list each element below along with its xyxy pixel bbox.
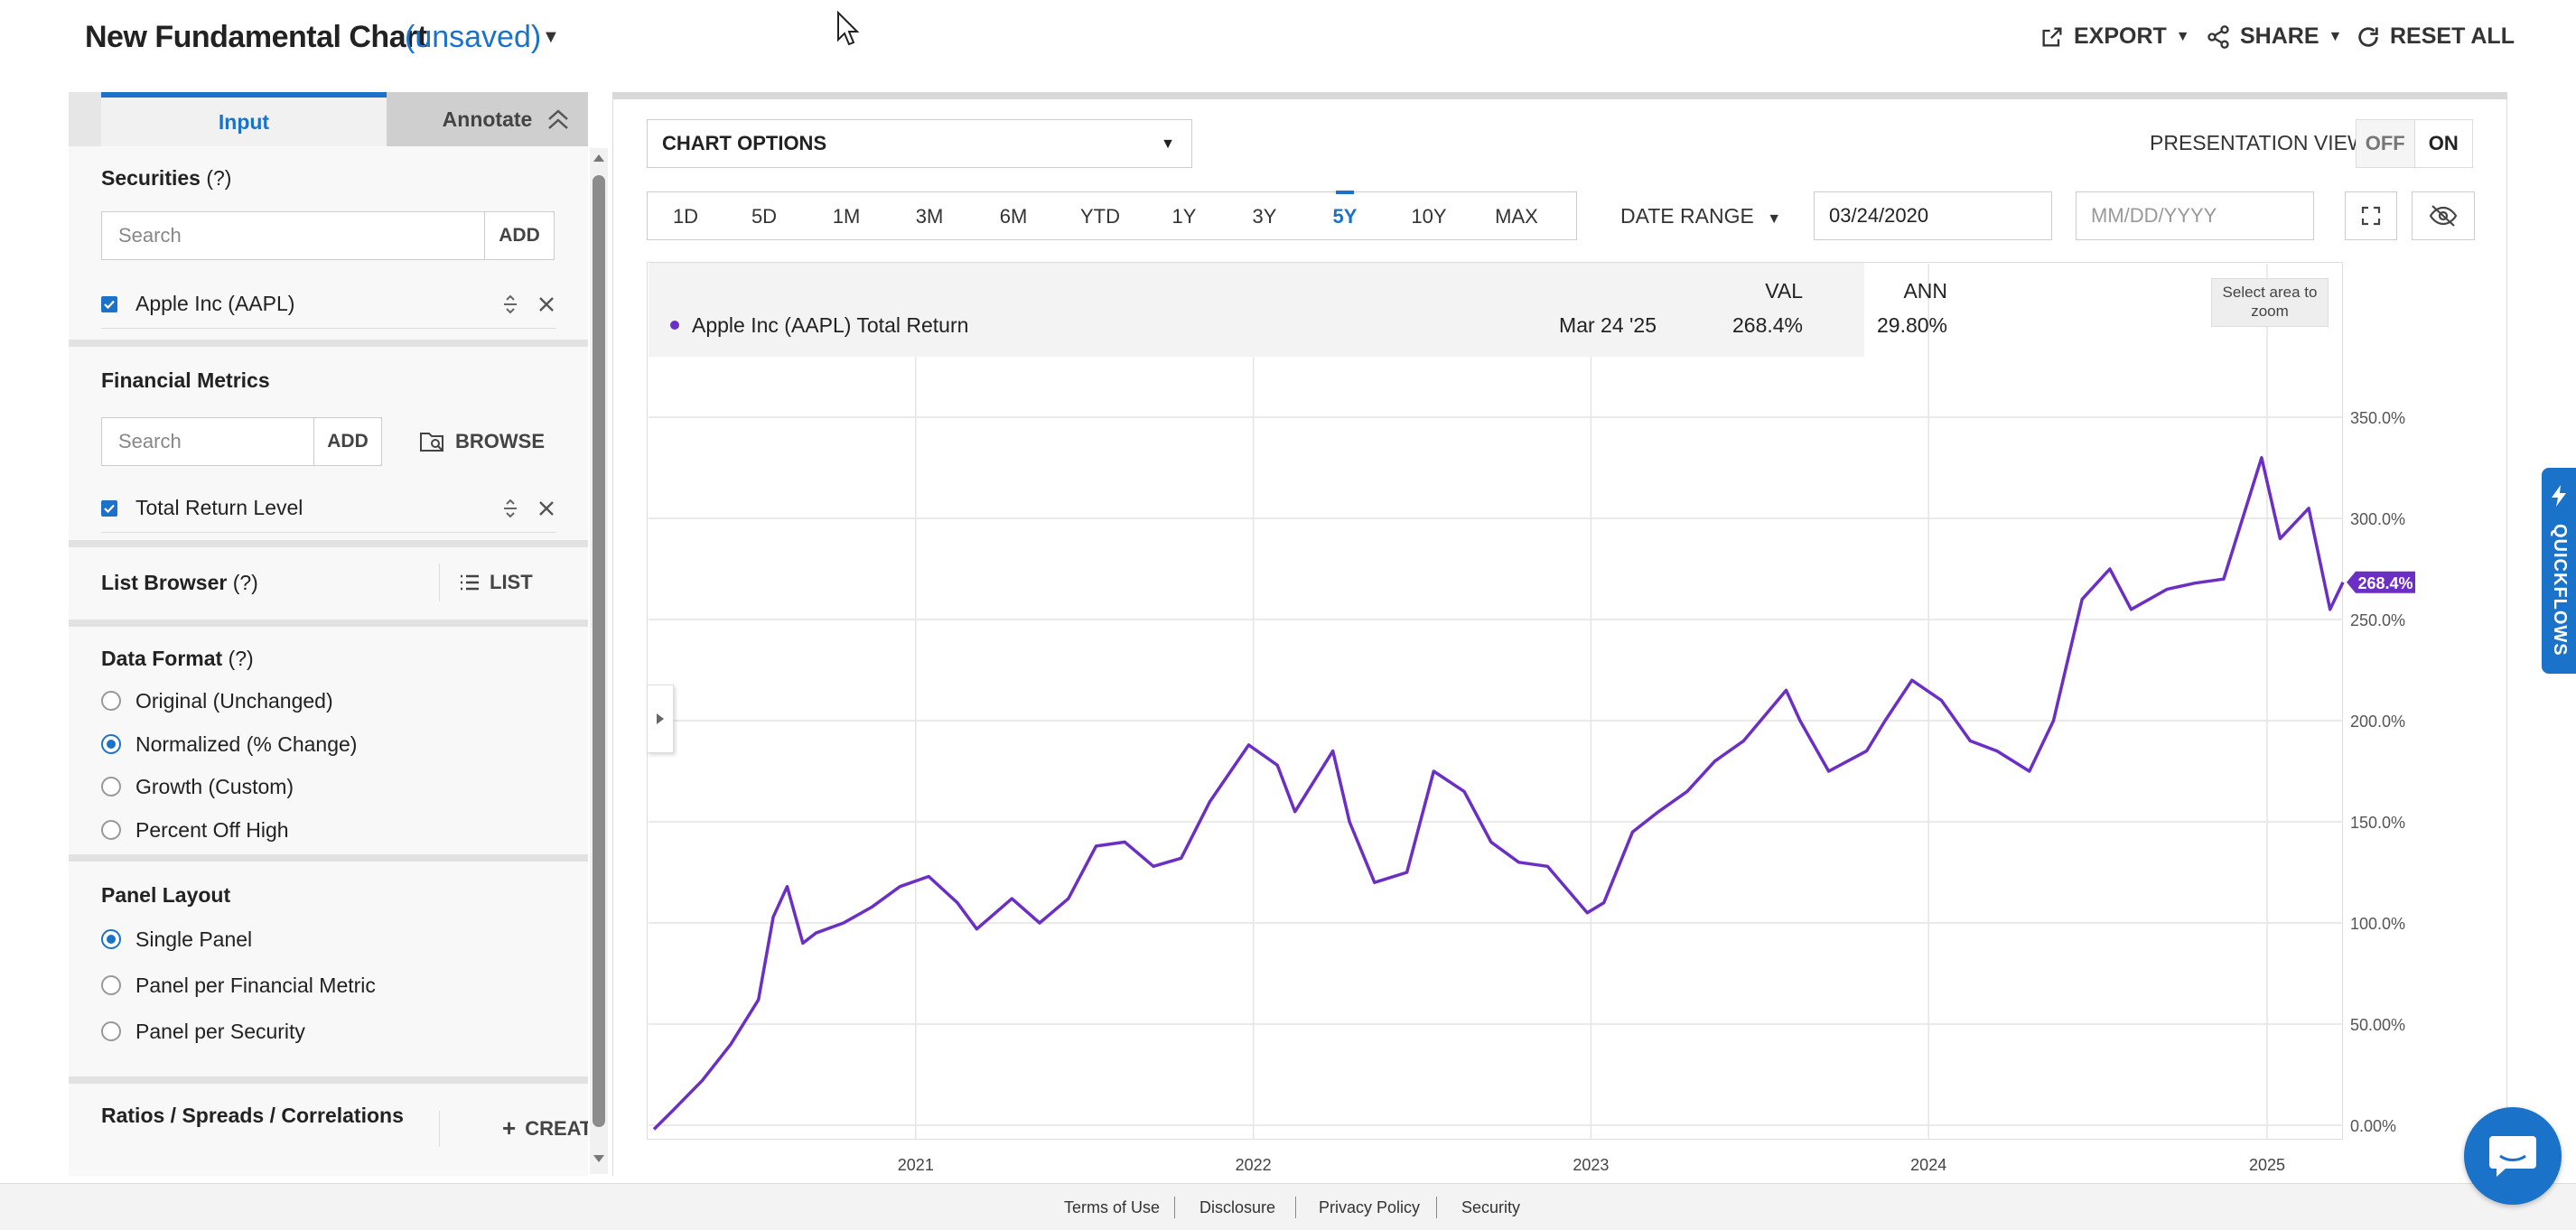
chevron-right-icon — [657, 713, 664, 724]
series-line — [652, 456, 2345, 1131]
legend-ann-header: ANN — [1903, 279, 1947, 303]
footer-divider — [1295, 1197, 1296, 1218]
chat-bubble-icon — [2489, 1136, 2536, 1177]
line-chart[interactable]: 0.00% 50.00% 100.0% 150.0% 200.0% 250.0% 300.0… — [0, 0, 2576, 1230]
x-tick-label: 2022 — [1236, 1156, 1272, 1174]
quickflows-label: QUICKFLOWS — [2550, 524, 2570, 657]
footer-privacy-link[interactable]: Privacy Policy — [1319, 1198, 1420, 1217]
x-tick-label: 2023 — [1573, 1156, 1609, 1174]
series-dot-icon — [670, 321, 679, 330]
lightning-icon — [2552, 485, 2566, 507]
y-tick-label: 50.00% — [2350, 1016, 2405, 1034]
expand-panel-tab[interactable] — [647, 685, 674, 753]
y-tick-label: 200.0% — [2350, 713, 2405, 731]
legend-val: 268.4% — [1731, 313, 1803, 337]
footer-disclosure-link[interactable]: Disclosure — [1199, 1198, 1275, 1217]
zoom-hint: Select area to zoom — [2211, 278, 2329, 327]
y-tick-label: 250.0% — [2350, 611, 2405, 629]
y-tick-label: 300.0% — [2350, 510, 2405, 528]
y-tick-label: 0.00% — [2350, 1117, 2396, 1135]
y-tick-label: 100.0% — [2350, 915, 2405, 933]
legend-date: Mar 24 '25 — [1559, 313, 1657, 337]
footer-terms-link[interactable]: Terms of Use — [1064, 1198, 1160, 1217]
y-tick-label: 350.0% — [2350, 409, 2405, 427]
y-tick-label: 150.0% — [2350, 814, 2405, 832]
legend-ann: 29.80% — [1876, 313, 1947, 337]
x-tick-label: 2024 — [1910, 1156, 1946, 1174]
page-footer: Terms of Use Disclosure Privacy Policy S… — [0, 1183, 2576, 1230]
chat-button[interactable] — [2464, 1107, 2562, 1205]
x-tick-label: 2025 — [2249, 1156, 2285, 1174]
footer-divider — [1436, 1197, 1437, 1218]
legend-series-name: Apple Inc (AAPL) Total Return — [692, 313, 969, 337]
footer-divider — [1174, 1197, 1175, 1218]
chart-legend: Apple Inc (AAPL) Total Return Mar 24 '25… — [649, 263, 1947, 357]
footer-security-link[interactable]: Security — [1461, 1198, 1520, 1217]
x-tick-label: 2021 — [898, 1156, 934, 1174]
legend-val-header: VAL — [1765, 279, 1803, 303]
last-value-label: 268.4% — [2357, 574, 2413, 592]
